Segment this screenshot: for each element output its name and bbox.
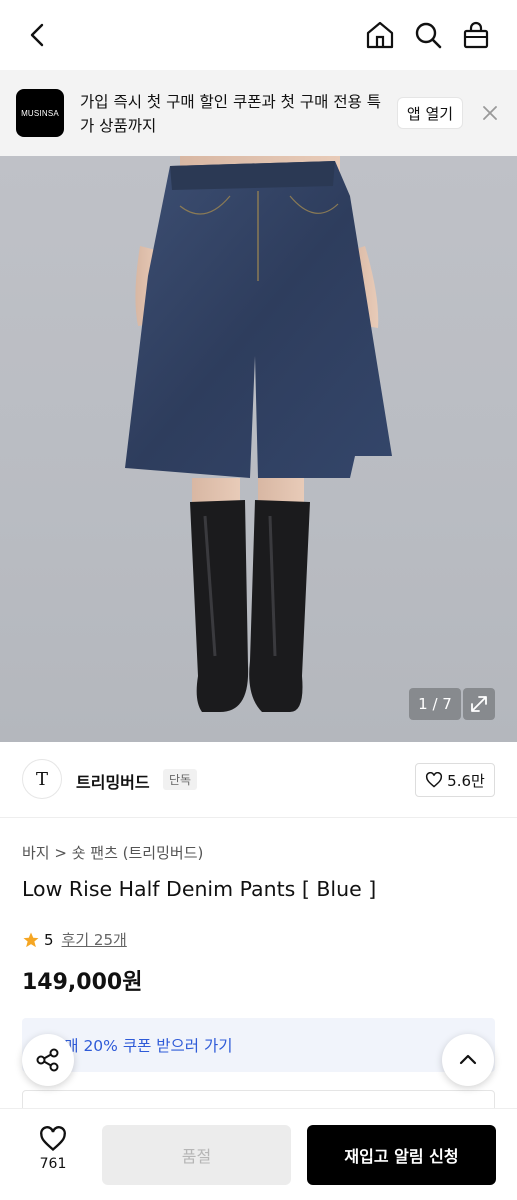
product-like-count: 761 [39, 1156, 67, 1172]
home-button[interactable] [362, 17, 398, 53]
brand-like-count: 5.6만 [447, 771, 485, 790]
restock-alert-button[interactable]: 재입고 알림 신청 [307, 1125, 496, 1185]
home-icon [366, 21, 394, 49]
coupon-text[interactable]: 구매 20% 쿠폰 받으러 가기 [50, 1034, 233, 1056]
share-button[interactable] [22, 1034, 74, 1086]
heart-icon [426, 772, 443, 788]
banner-close-button[interactable] [478, 101, 502, 125]
chevron-left-icon [30, 23, 44, 47]
soldout-button[interactable]: 품절 [102, 1125, 291, 1185]
musinsa-logo: MUSINSA [16, 89, 64, 137]
shopping-bag-icon [463, 21, 489, 49]
rating-score: 5 [44, 930, 54, 949]
image-counter: 1 / 7 [409, 688, 461, 720]
top-header [0, 0, 517, 70]
expand-image-button[interactable] [463, 688, 495, 720]
brand-like-button[interactable]: 5.6만 [415, 763, 495, 797]
exclusive-badge: 단독 [163, 769, 198, 790]
search-icon [415, 22, 442, 49]
brand-logo[interactable]: T [22, 759, 62, 799]
cart-button[interactable] [458, 17, 494, 53]
heart-icon [40, 1126, 66, 1152]
chevron-up-icon [459, 1054, 477, 1065]
breadcrumb[interactable]: 바지 > 숏 팬츠 (트리밍버드) [22, 842, 203, 863]
search-button[interactable] [410, 17, 446, 53]
banner-message: 가입 즉시 첫 구매 할인 쿠폰과 첫 구매 전용 특가 상품까지 [80, 93, 382, 135]
product-title: Low Rise Half Denim Pants [ Blue ] [22, 877, 377, 901]
expand-icon [471, 696, 487, 712]
product-like-button[interactable]: 761 [26, 1126, 80, 1182]
product-image[interactable] [0, 156, 517, 742]
product-price: 149,000원 [22, 970, 143, 995]
product-photo [125, 156, 392, 712]
star-icon [23, 932, 39, 947]
back-button[interactable] [20, 17, 56, 53]
review-link[interactable]: 후기 25개 [62, 929, 127, 950]
scroll-top-button[interactable] [442, 1034, 494, 1086]
rating-row: 5 후기 25개 [22, 929, 127, 950]
brand-row: T 트리밍버드 단독 5.6만 [0, 742, 517, 818]
close-icon [483, 106, 497, 120]
open-app-button[interactable]: 앱 열기 [397, 97, 463, 129]
share-icon [36, 1048, 59, 1072]
brand-name[interactable]: 트리밍버드 [76, 769, 150, 793]
